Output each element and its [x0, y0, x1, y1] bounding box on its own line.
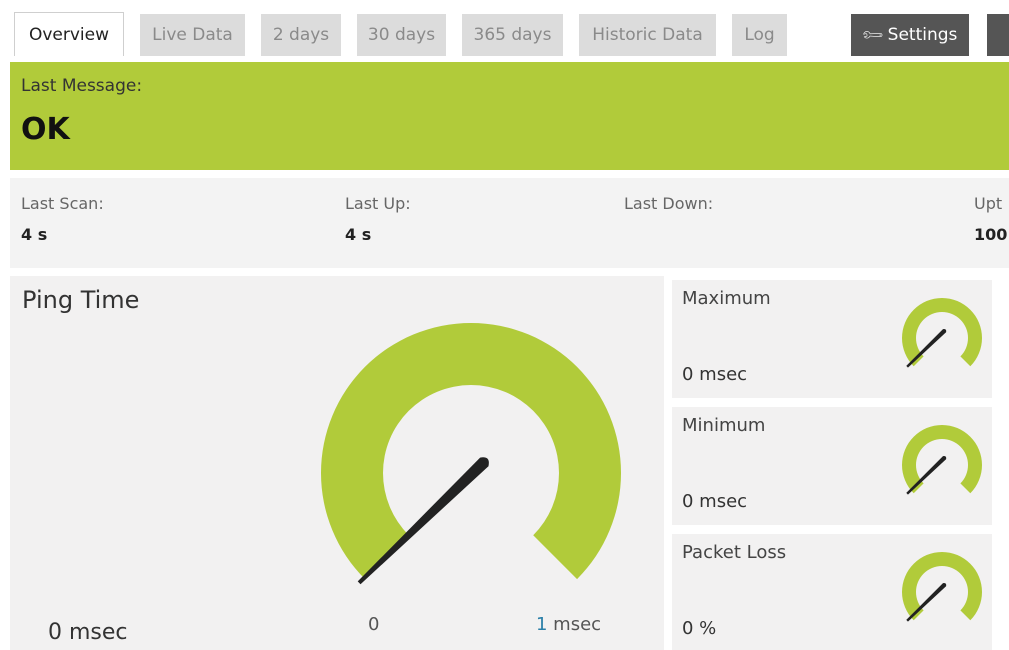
last-message-value: OK [21, 112, 70, 147]
ping-time-panel[interactable]: Ping Time 0 1 msec 0 msec [10, 276, 664, 650]
ping-time-value: 0 msec [48, 620, 128, 645]
ping-time-gauge [321, 323, 621, 585]
stats-row: Last Scan: 4 s Last Up: 4 s Last Down: U… [10, 178, 1009, 268]
channel-minimum[interactable]: Minimum 0 msec [672, 407, 992, 525]
uptime-label: Upt [974, 194, 1003, 213]
stat-last-scan: Last Scan: 4 s [21, 194, 104, 244]
tab-settings-label: Settings [887, 25, 958, 45]
channel-packet-loss[interactable]: Packet Loss 0 % [672, 534, 992, 650]
last-up-label: Last Up: [345, 194, 411, 213]
uptime-value: 100 [974, 225, 1008, 244]
tab-overview[interactable]: Overview [14, 12, 124, 56]
channel-minimum-value: 0 msec [682, 491, 748, 512]
packet-loss-gauge [902, 552, 982, 622]
stat-uptime: Upt 100 [974, 194, 1007, 244]
last-scan-value: 4 s [21, 225, 48, 244]
maximum-gauge [902, 298, 982, 368]
wrench-icon: 🔧︎ [859, 21, 886, 49]
gauge-max-label: 1 msec [536, 614, 601, 635]
channel-maximum-title: Maximum [682, 288, 771, 309]
last-message-label: Last Message: [21, 76, 143, 96]
tab-historic-data[interactable]: Historic Data [579, 14, 716, 56]
gauge-min-label: 0 [368, 614, 380, 635]
gauge-max-number: 1 [536, 614, 548, 635]
tab-365-days[interactable]: 365 days [462, 14, 563, 56]
channel-maximum[interactable]: Maximum 0 msec [672, 280, 992, 398]
gauge-arc [321, 323, 621, 580]
last-up-value: 4 s [345, 225, 372, 244]
stat-last-down: Last Down: [624, 194, 713, 225]
tab-live-data[interactable]: Live Data [140, 14, 245, 56]
channel-maximum-value: 0 msec [682, 364, 748, 385]
channel-packet-loss-value: 0 % [682, 618, 717, 639]
tab-bar: Overview Live Data 2 days 30 days 365 da… [0, 0, 1009, 58]
tab-settings[interactable]: 🔧︎ Settings [851, 14, 969, 56]
stat-last-up: Last Up: 4 s [345, 194, 411, 244]
last-down-label: Last Down: [624, 194, 714, 213]
status-banner: Last Message: OK [10, 62, 1009, 170]
gauge-max-unit: msec [547, 614, 602, 635]
tab-overflow[interactable] [987, 14, 1009, 56]
tab-30-days[interactable]: 30 days [357, 14, 446, 56]
tab-2-days[interactable]: 2 days [261, 14, 341, 56]
tab-log[interactable]: Log [732, 14, 787, 56]
last-scan-label: Last Scan: [21, 194, 104, 213]
channel-packet-loss-title: Packet Loss [682, 542, 787, 563]
minimum-gauge [902, 425, 982, 495]
channel-minimum-title: Minimum [682, 415, 766, 436]
